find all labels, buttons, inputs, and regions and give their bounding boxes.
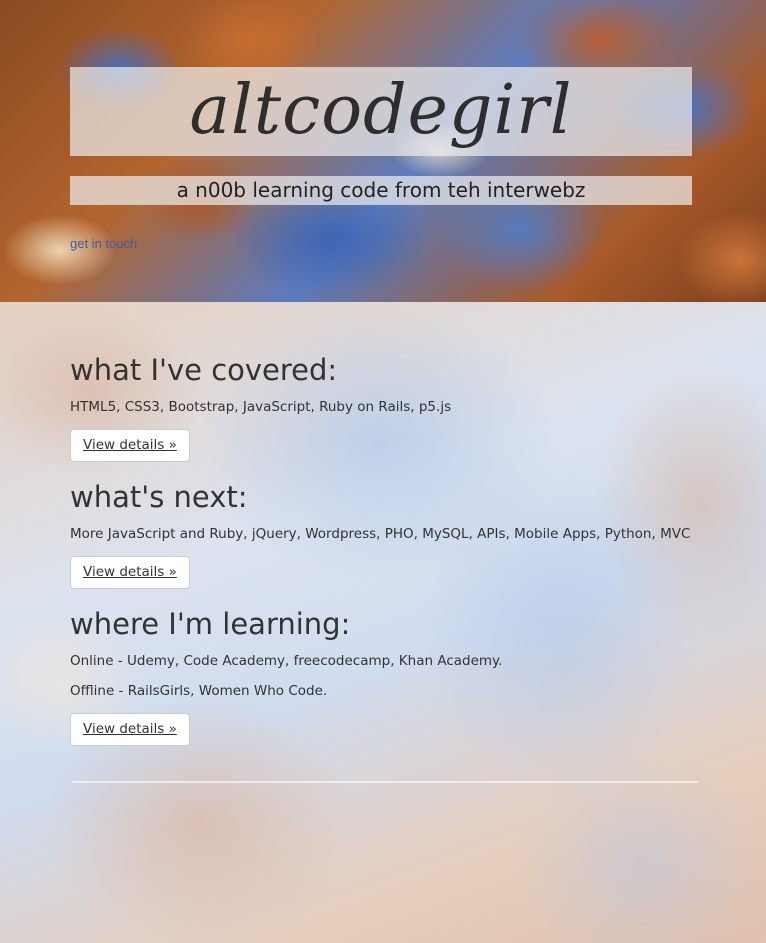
site-title: altcodegirl <box>189 71 573 150</box>
learning-section: where I'm learning: Online - Udemy, Code… <box>70 604 502 746</box>
section-heading: where I'm learning: <box>70 607 351 641</box>
section-text-online: Online - Udemy, Code Academy, freecodeca… <box>70 653 503 669</box>
section-heading: what's next: <box>70 480 248 514</box>
view-details-button[interactable]: View details » <box>70 556 190 589</box>
next-section: what's next: More JavaScript and Ruby, j… <box>70 477 690 589</box>
section-text-offline: Offline - RailsGirls, Women Who Code. <box>70 683 328 699</box>
site-tagline: a n00b learning code from teh interwebz <box>176 178 586 202</box>
section-text: More JavaScript and Ruby, jQuery, Wordpr… <box>70 526 691 542</box>
title-banner: altcodegirl <box>70 67 692 156</box>
view-details-button[interactable]: View details » <box>70 713 190 746</box>
section-text: HTML5, CSS3, Bootstrap, JavaScript, Ruby… <box>70 399 452 415</box>
section-heading: what I've covered: <box>70 353 338 387</box>
content-divider <box>70 781 698 783</box>
get-in-touch-link[interactable]: get in touch <box>70 236 137 251</box>
tagline-banner: a n00b learning code from teh interwebz <box>70 176 692 205</box>
covered-section: what I've covered: HTML5, CSS3, Bootstra… <box>70 350 451 462</box>
view-details-button[interactable]: View details » <box>70 429 190 462</box>
